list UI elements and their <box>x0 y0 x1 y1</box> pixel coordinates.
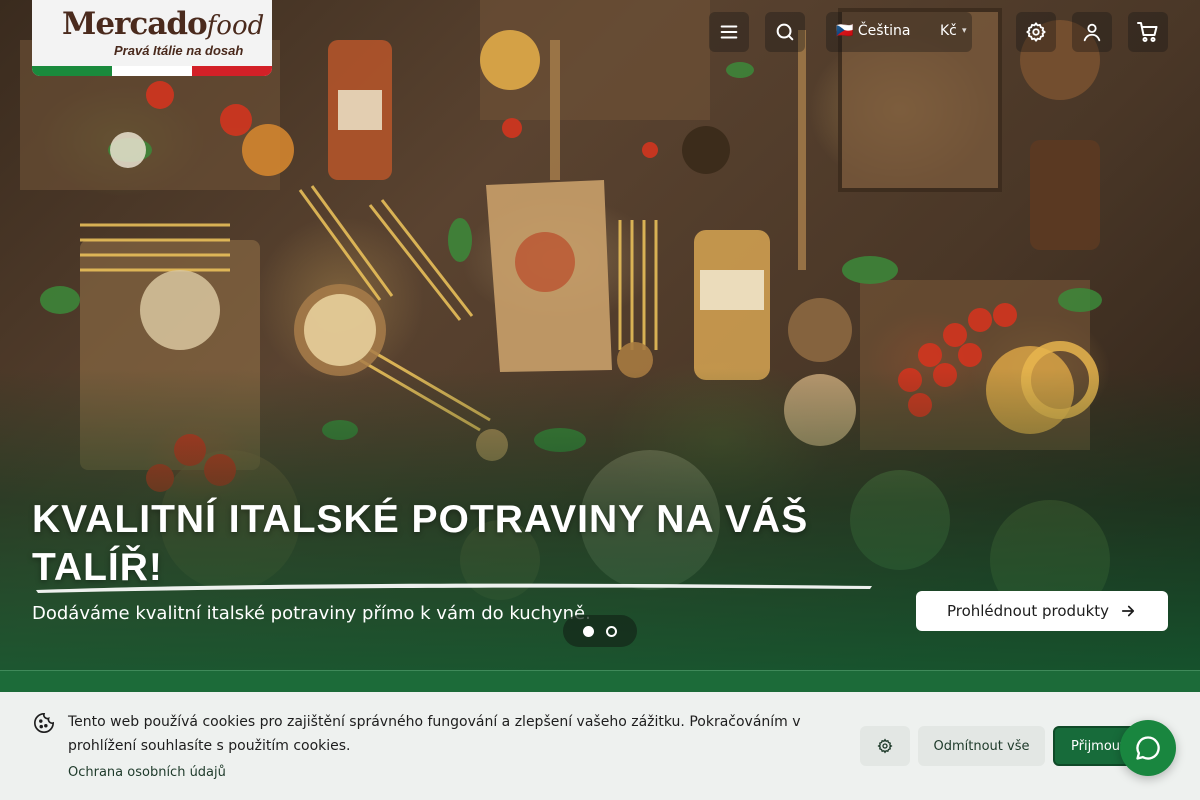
chevron-down-icon: ▾ <box>962 26 967 36</box>
brush-underline-decoration <box>36 583 872 593</box>
gear-icon <box>877 738 893 754</box>
browse-products-button[interactable]: Prohlédnout produkty <box>916 591 1168 631</box>
hero-subtitle: Dodáváme kvalitní italské potraviny přím… <box>32 603 591 624</box>
carousel-pagination <box>563 615 637 647</box>
cookie-settings-button[interactable] <box>860 726 910 766</box>
chat-button[interactable] <box>1120 720 1176 776</box>
cookie-icon <box>34 713 54 733</box>
language-currency-selector[interactable]: 🇨🇿 Čeština Kč ▾ <box>826 12 972 52</box>
cookie-message: Tento web používá cookies pro zajištění … <box>68 714 801 754</box>
hero-banner: KVALITNÍ ITALSKÉ POTRAVINY NA VÁŠ TALÍŘ!… <box>0 0 1200 670</box>
menu-button[interactable] <box>709 12 749 52</box>
flag-white <box>112 66 192 76</box>
section-divider <box>0 670 1200 692</box>
logo-wordmark: Mercadofood <box>62 6 265 42</box>
cookie-consent-bar: Tento web používá cookies pro zajištění … <box>0 692 1200 800</box>
language-selector[interactable]: 🇨🇿 Čeština <box>836 23 910 39</box>
chat-bubble-icon <box>1136 736 1160 760</box>
carousel-dot-1[interactable] <box>583 625 594 637</box>
czech-flag-icon: 🇨🇿 <box>836 23 854 39</box>
cart-button[interactable] <box>1128 12 1168 52</box>
user-icon <box>1083 23 1101 42</box>
italian-flag-stripe <box>32 66 272 76</box>
language-label: Čeština <box>857 23 911 39</box>
search-button[interactable] <box>765 12 805 52</box>
carousel-dot-2[interactable] <box>606 625 617 637</box>
hero-title: KVALITNÍ ITALSKÉ POTRAVINY NA VÁŠ TALÍŘ! <box>32 498 809 589</box>
search-icon <box>776 23 794 41</box>
gear-icon <box>1026 22 1046 42</box>
arrow-right-icon <box>1121 605 1135 617</box>
cart-icon <box>1137 22 1158 42</box>
flag-green <box>32 66 112 76</box>
settings-button[interactable] <box>1016 12 1056 52</box>
currency-label[interactable]: Kč <box>940 23 957 39</box>
flag-red <box>192 66 272 76</box>
site-logo[interactable]: Mercadofood Pravá Itálie na dosah <box>32 0 272 76</box>
browse-products-label: Prohlédnout produkty <box>946 602 1110 620</box>
logo-tagline: Pravá Itálie na dosah <box>114 43 244 58</box>
reject-all-button[interactable]: Odmítnout vše <box>918 726 1045 766</box>
privacy-policy-link[interactable]: Ochrana osobních údajů <box>68 765 226 780</box>
hamburger-icon <box>720 25 738 39</box>
account-button[interactable] <box>1072 12 1112 52</box>
